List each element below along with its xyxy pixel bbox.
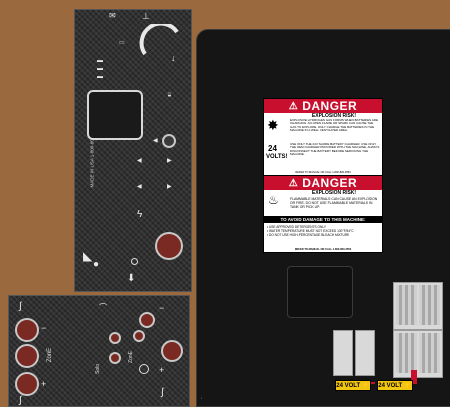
upper-control-panel: MADE IN USA 1-800-800-3553 ✉ ⊥ ▭ ↓ ▬ ▬ ▬… [74,9,192,292]
zone-label: ZonE [47,347,54,363]
volt-tag-right: 24 VOLT ⚡ [377,380,413,391]
battery-cell [419,333,440,373]
danger-label-flammable: ⚠ DANGER ♨ EXPLOSION RISK! FLAMMABLE MAT… [263,175,383,253]
arrow-left-icon: ◀ [153,138,158,144]
danger-header: ⚠ DANGER [264,99,382,113]
danger-label-explosion-hydrogen: ⚠ DANGER EXPLOSION RISK! ✸ EXPLOSIVE HYD… [263,98,383,176]
dial-arc-icon [139,24,179,56]
knob-left-top[interactable] [15,318,39,342]
danger-footer: REFER TO MANUAL OR CALL 1-800-800-3553 [295,171,351,174]
danger-header: ⚠ DANGER [264,176,382,190]
knob-right-top[interactable] [139,312,155,328]
solo-label: Solo [95,363,102,375]
lower-control-panel: ∫ ∫ ZonE − + Solo ⌒ ZonE − + ∫ [8,295,190,407]
tank-level-icon: ▬ [97,66,103,72]
control-knob[interactable] [155,232,183,260]
squeegee-icon: ⌒ [99,303,107,312]
plus-icon: + [159,365,165,375]
display-window [87,90,143,140]
volt-tag-text: 24 VOLT [336,382,361,389]
hook-icon: ∫ [161,387,164,398]
minus-icon: − [159,303,165,313]
faucet-icon: ⊥ [142,11,150,21]
envelope-icon: ✉ [109,11,116,20]
battery-cell [396,285,417,325]
button-1[interactable] [162,134,176,148]
brush-icon: ⬇ [127,273,136,284]
lightning-icon: ⚡ [362,383,370,389]
tank-level-icon: ▬ [97,74,103,80]
volt-tag-left: 24 VOLT ⚡ [335,380,371,391]
panel-cutout [287,266,353,318]
avoid-damage-list: • USE APPROVED DETERGENTS ONLY • WATER T… [267,225,379,237]
arrow-down-icon: ↓ [171,53,176,63]
arrow-left-icon: ◀ [137,184,142,190]
minus-icon: − [41,323,47,333]
danger-subtitle: EXPLOSION RISK! [311,190,357,196]
volts-label: VOLTS! [266,154,288,160]
knob-left-bottom[interactable] [15,372,39,396]
danger-body: FLAMMABLE MATERIALS CAN CAUSE AN EXPLOSI… [290,197,378,209]
knob-left-mid[interactable] [15,344,39,368]
pad-icon: ◣ [83,249,93,263]
indicator-ring [131,258,138,265]
hook-icon: ∫ [19,395,22,406]
arrow-left-icon: ◀ [137,158,142,164]
warning-triangle-icon: ⚠ [288,100,299,112]
tank-level-icon: ▬ [97,58,103,64]
volt-tag-text: 24 VOLT [378,382,403,389]
main-black-panel: ⚠ DANGER EXPLOSION RISK! ✸ EXPLOSIVE HYD… [196,29,450,407]
mode-label-icon: ▮▯ [166,92,172,97]
danger-footer: REFER TO MANUAL OR CALL 1-800-800-3553 [294,248,352,251]
zone-label-2: ZonE [127,351,134,363]
battery-bank-right-top [393,282,443,330]
volts-number: 24 [268,144,277,153]
battery-cell [396,333,417,373]
danger-body-2: USE ONLY THE 24V SHORE BATTERY CHARGER. … [290,142,380,157]
battery-cell [419,285,440,325]
avoid-damage-bar: TO AVOID DAMAGE TO THIS MACHINE: [264,216,382,223]
explosion-icon: ✸ [267,117,279,133]
arrow-right-icon: ▶ [167,184,172,190]
knob-right-mid[interactable] [133,330,145,342]
knob-mid-top[interactable] [109,332,121,344]
hook-icon: ∫ [19,301,22,312]
avoid-item: • DO NOT USE HIGH-PERCENTAGE BLEACH MIXT… [267,233,350,237]
lightning-icon: ⚡ [404,383,412,389]
fire-icon: ♨ [268,193,279,207]
battery-bank-right-bottom [393,330,443,378]
knob-mid-bottom[interactable] [109,352,121,364]
plus-icon: + [41,379,47,389]
power-icon: ϟ [137,209,143,220]
arrow-right-icon: ▶ [167,158,172,164]
indicator-ring [139,364,149,374]
knob-right-large[interactable] [161,340,183,362]
danger-body: EXPLOSIVE HYDROGEN GAS FORMS WHEN BATTER… [290,118,378,133]
tank-icon: ▭ [119,40,125,46]
squeegee-icon: ● [93,259,100,270]
warning-triangle-icon: ⚠ [288,177,299,189]
danger-title: DANGER [302,99,358,113]
danger-title: DANGER [302,176,358,190]
panel-small-mark: ▫ [201,396,203,400]
